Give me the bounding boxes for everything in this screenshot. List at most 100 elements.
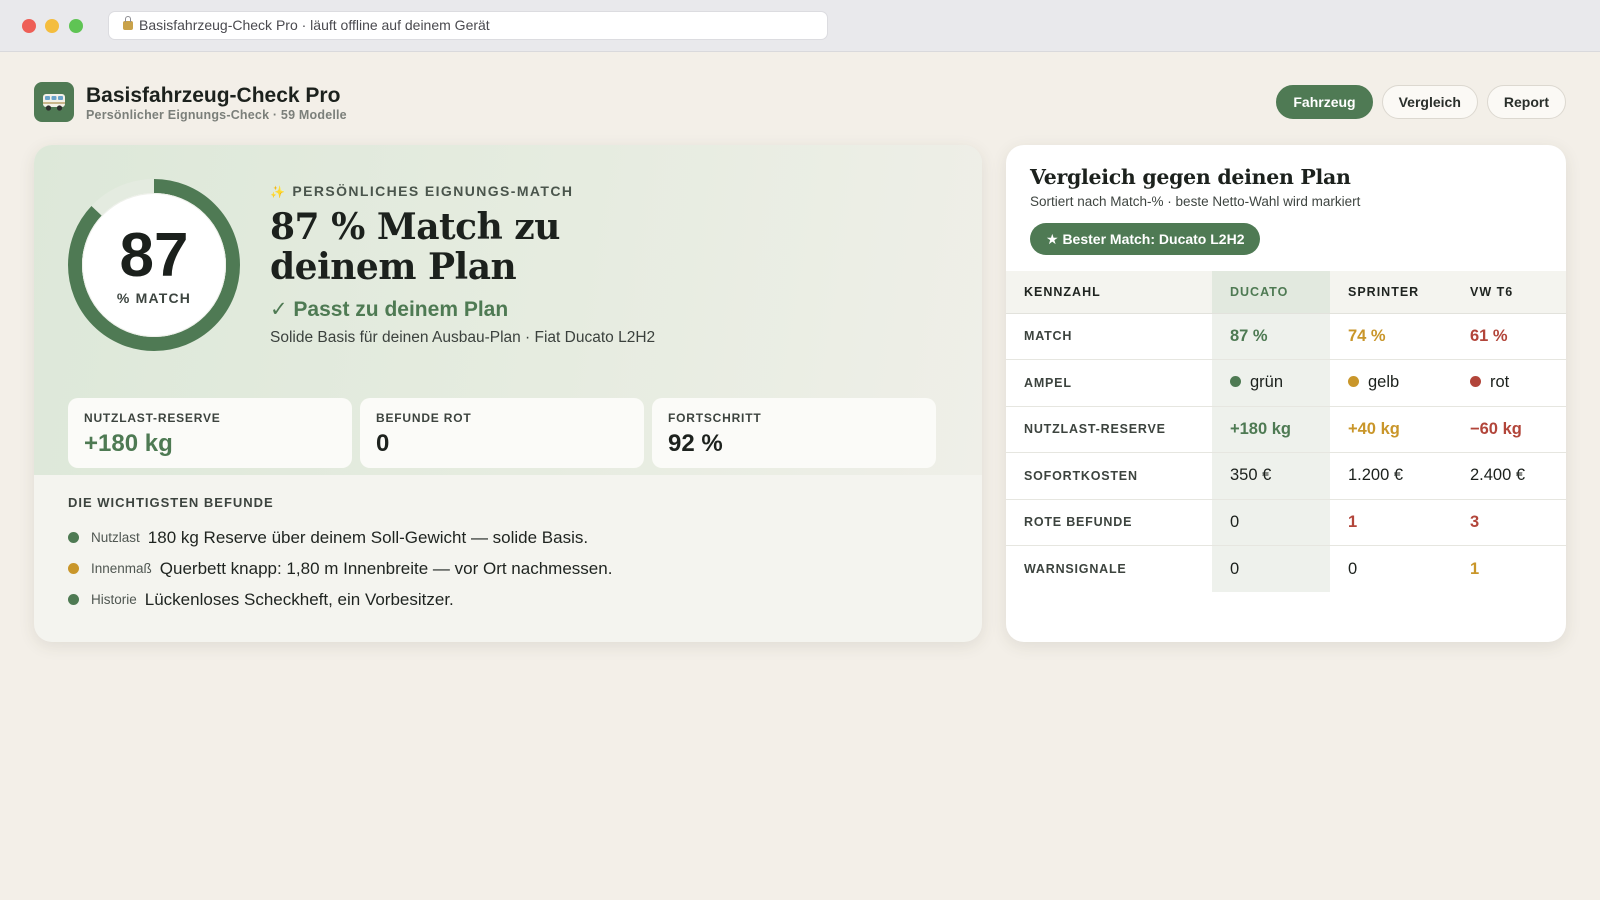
column-header-kennzahl: KENNZAHL <box>1006 271 1212 314</box>
address-text: Basisfahrzeug-Check Pro · läuft offline … <box>139 17 490 33</box>
match-label: % MATCH <box>116 290 192 306</box>
window-zoom-button[interactable] <box>69 19 83 33</box>
kpi-card-fortschritt: FORTSCHRITT 92 % <box>652 398 936 468</box>
table-header-row: KENNZAHL DUCATO SPRINTER VW T6 <box>1006 271 1566 314</box>
finding-text: 180 kg Reserve über deinem Soll-Gewicht … <box>147 527 589 547</box>
status-dot-red <box>1470 376 1481 388</box>
cell-value: 350 € <box>1230 466 1272 485</box>
row-label: NUTZLAST-RESERVE <box>1006 406 1212 453</box>
table-row: SOFORTKOSTEN 350 € 1.200 € 2.400 € <box>1006 452 1566 500</box>
app-header: Basisfahrzeug-Check Pro Persönlicher Eig… <box>34 82 1566 122</box>
finding-category: Historie <box>91 592 137 607</box>
cell-value: 1.200 € <box>1348 466 1404 485</box>
finding-category: Innenmaß <box>91 561 152 576</box>
match-ring: 87 % MATCH <box>68 179 240 351</box>
match-eyebrow: ✨ PERSÖNLICHES EIGNUNGS-MATCH <box>270 183 573 199</box>
table-cell: 350 € <box>1212 452 1330 500</box>
findings-section: DIE WICHTIGSTEN BEFUNDE Nutzlast 180 kg … <box>68 495 948 615</box>
table-cell: grün <box>1212 359 1330 407</box>
nav-fahrzeug-button[interactable]: Fahrzeug <box>1276 85 1373 119</box>
finding-category: Nutzlast <box>91 530 140 545</box>
match-ring-center: 87 % MATCH <box>82 193 226 337</box>
nav-report-button[interactable]: Report <box>1486 85 1566 119</box>
comparison-subtitle: Sortiert nach Match-% · beste Netto-Wahl… <box>1030 194 1361 209</box>
cell-value: grün <box>1250 373 1284 392</box>
table-row: AMPEL grün gelb rot <box>1006 359 1566 407</box>
table-cell: 61 % <box>1455 313 1566 360</box>
match-verdict-subtitle: Solide Basis für deinen Ausbau-Plan · Fi… <box>270 329 656 346</box>
kpi-label: FORTSCHRITT <box>668 411 762 425</box>
status-dot-green <box>68 594 79 605</box>
cell-value: +40 kg <box>1348 419 1400 438</box>
kpi-value: 0 <box>376 430 390 457</box>
cell-value: −60 kg <box>1470 419 1522 438</box>
status-dot-amber <box>68 563 79 574</box>
column-header-sprinter[interactable]: SPRINTER <box>1330 271 1455 314</box>
match-verdict: ✓ Passt zu deinem Plan <box>270 298 509 321</box>
cell-value: 3 <box>1470 512 1480 531</box>
window-close-button[interactable] <box>22 19 36 33</box>
row-label: MATCH <box>1006 313 1212 360</box>
finding-text: Querbett knapp: 1,80 m Innenbreite — vor… <box>159 558 613 578</box>
row-label: AMPEL <box>1006 359 1212 407</box>
best-match-badge[interactable]: ★ Bester Match: Ducato L2H2 <box>1030 223 1261 255</box>
cell-value: 0 <box>1230 512 1240 531</box>
cell-value: 74 % <box>1348 326 1386 345</box>
table-cell: 74 % <box>1330 313 1455 360</box>
main-nav: Fahrzeug Vergleich Report <box>1276 85 1566 119</box>
table-cell: +180 kg <box>1212 406 1330 453</box>
window-minimize-button[interactable] <box>45 19 59 33</box>
finding-item: Historie Lückenloses Scheckheft, ein Vor… <box>68 584 948 615</box>
kpi-card-befunde-rot: BEFUNDE ROT 0 <box>360 398 644 468</box>
match-eyebrow-text: PERSÖNLICHES EIGNUNGS-MATCH <box>292 183 574 199</box>
table-cell: 0 <box>1212 499 1330 546</box>
status-dot-amber <box>1348 376 1359 388</box>
kpi-card-nutzlast: NUTZLAST-RESERVE +180 kg <box>68 398 352 468</box>
cell-value: 0 <box>1230 559 1240 578</box>
kpi-label: NUTZLAST-RESERVE <box>84 411 221 425</box>
table-cell: 0 <box>1212 545 1330 592</box>
table-cell: 0 <box>1330 546 1455 593</box>
cell-value: 61 % <box>1470 326 1508 345</box>
cell-value: 2.400 € <box>1470 466 1526 485</box>
kpi-label: BEFUNDE ROT <box>376 411 472 425</box>
van-icon <box>34 82 74 122</box>
finding-item: Innenmaß Querbett knapp: 1,80 m Innenbre… <box>68 553 948 584</box>
cell-value: rot <box>1490 373 1510 392</box>
table-cell: +40 kg <box>1330 406 1455 453</box>
nav-vergleich-button[interactable]: Vergleich <box>1381 85 1478 119</box>
cell-value: 0 <box>1348 559 1358 578</box>
cell-value: 1 <box>1470 559 1480 578</box>
column-header-ducato[interactable]: DUCATO <box>1212 271 1330 314</box>
match-panel: 87 % MATCH ✨ PERSÖNLICHES EIGNUNGS-MATCH … <box>34 145 982 642</box>
cell-value: 87 % <box>1230 326 1268 345</box>
table-cell: −60 kg <box>1455 406 1566 453</box>
column-header-vw-t6[interactable]: VW T6 <box>1455 271 1566 314</box>
match-summary: 87 % MATCH ✨ PERSÖNLICHES EIGNUNGS-MATCH … <box>34 145 982 475</box>
browser-chrome: Basisfahrzeug-Check Pro · läuft offline … <box>0 0 1600 52</box>
sparkle-icon: ✨ <box>270 185 287 199</box>
table-cell: 2.400 € <box>1455 452 1566 500</box>
table-cell: 1 <box>1330 499 1455 546</box>
table-row: WARNSIGNALE 0 0 1 <box>1006 545 1566 593</box>
table-cell: rot <box>1455 359 1566 407</box>
comparison-title: Vergleich gegen deinen Plan <box>1030 165 1351 189</box>
table-row: NUTZLAST-RESERVE +180 kg +40 kg −60 kg <box>1006 406 1566 453</box>
table-cell: 87 % <box>1212 313 1330 360</box>
comparison-table: KENNZAHL DUCATO SPRINTER VW T6 MATCH 87 %… <box>1006 271 1566 592</box>
kpi-value: 92 % <box>668 430 723 457</box>
finding-text: Lückenloses Scheckheft, ein Vorbesitzer. <box>144 589 454 609</box>
cell-value: +180 kg <box>1230 419 1292 438</box>
row-label: SOFORTKOSTEN <box>1006 452 1212 500</box>
address-bar[interactable]: Basisfahrzeug-Check Pro · läuft offline … <box>108 11 828 40</box>
table-cell: 1.200 € <box>1330 452 1455 500</box>
status-dot-green <box>1230 376 1241 388</box>
table-cell: 3 <box>1455 499 1566 546</box>
comparison-panel: Vergleich gegen deinen Plan Sortiert nac… <box>1006 145 1566 642</box>
match-headline: 87 % Match zu deinem Plan <box>270 206 560 288</box>
row-label: ROTE BEFUNDE <box>1006 499 1212 546</box>
cell-value: gelb <box>1368 373 1400 392</box>
match-value: 87 <box>119 221 189 290</box>
row-label: WARNSIGNALE <box>1024 562 1127 576</box>
findings-title: DIE WICHTIGSTEN BEFUNDE <box>68 495 274 510</box>
